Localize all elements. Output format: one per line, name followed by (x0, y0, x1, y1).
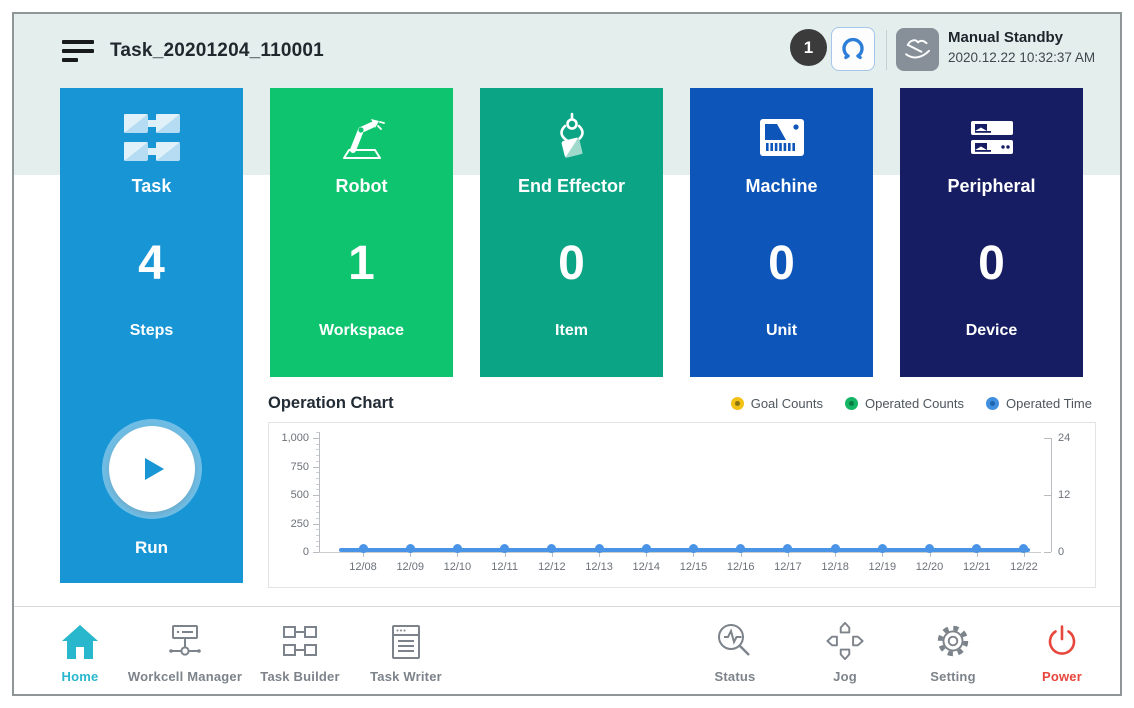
task-blocks-icon (60, 110, 243, 166)
card-machine[interactable]: Machine 0 Unit (690, 88, 873, 377)
card-title: End Effector (480, 176, 663, 197)
nav-label: Task Writer (336, 669, 476, 684)
hamburger-menu-icon[interactable] (62, 40, 94, 64)
top-bar: Task_20201204_110001 1 Manual Standby 20… (14, 14, 1120, 88)
gripper-icon (839, 35, 867, 63)
mode-label: Manual Standby (948, 29, 1095, 46)
operated-time-dot-icon (986, 397, 999, 410)
card-title: Machine (690, 176, 873, 197)
card-unit: Workspace (270, 322, 453, 340)
bottom-navbar: Home Workcell Manager Task (14, 606, 1120, 694)
page-title: Task_20201204_110001 (110, 40, 324, 62)
robot-arm-icon (270, 110, 453, 166)
card-unit: Unit (690, 322, 873, 340)
nav-task-writer[interactable]: Task Writer (336, 619, 476, 684)
card-title: Peripheral (900, 176, 1083, 197)
topbar-divider (886, 30, 887, 70)
nav-label: Power (992, 669, 1122, 684)
timestamp: 2020.12.22 10:32:37 AM (948, 50, 1095, 65)
card-unit: Item (480, 322, 663, 340)
run-label: Run (60, 538, 243, 558)
legend-label: Operated Counts (865, 396, 964, 411)
hand-icon (901, 33, 935, 67)
play-icon (134, 451, 170, 487)
operation-chart: 1,00075050025002412012/0812/0912/1012/11… (268, 422, 1096, 588)
gripper-box-icon (480, 110, 663, 166)
card-title: Robot (270, 176, 453, 197)
chart-title: Operation Chart (268, 394, 394, 413)
card-unit: Steps (60, 322, 243, 340)
legend-goal-counts: Goal Counts (731, 396, 823, 411)
peripheral-rack-icon (900, 110, 1083, 166)
notification-badge[interactable]: 1 (790, 29, 827, 66)
card-value: 0 (690, 236, 873, 291)
card-value: 4 (60, 236, 243, 291)
card-unit: Device (900, 322, 1083, 340)
run-button[interactable] (109, 426, 195, 512)
card-task[interactable]: Task 4 Steps Run (60, 88, 243, 583)
chart-legend: Goal Counts Operated Counts Operated Tim… (731, 396, 1092, 411)
goal-counts-dot-icon (731, 397, 744, 410)
app-frame: Task_20201204_110001 1 Manual Standby 20… (12, 12, 1122, 696)
card-peripheral[interactable]: Peripheral 0 Device (900, 88, 1083, 377)
gripper-tool-button[interactable] (831, 27, 875, 71)
mode-status: Manual Standby 2020.12.22 10:32:37 AM (948, 29, 1095, 65)
legend-label: Operated Time (1006, 396, 1092, 411)
card-title: Task (60, 176, 243, 197)
legend-operated-time: Operated Time (986, 396, 1092, 411)
operated-counts-dot-icon (845, 397, 858, 410)
power-icon (992, 619, 1122, 661)
nav-power[interactable]: Power (992, 619, 1122, 684)
chart-plot-area: 1,00075050025002412012/0812/0912/1012/11… (269, 423, 1095, 587)
card-value: 0 (480, 236, 663, 291)
card-value: 0 (900, 236, 1083, 291)
card-value: 1 (270, 236, 453, 291)
legend-label: Goal Counts (751, 396, 823, 411)
legend-operated-counts: Operated Counts (845, 396, 964, 411)
card-end-effector[interactable]: End Effector 0 Item (480, 88, 663, 377)
manual-mode-button[interactable] (896, 28, 939, 71)
machine-icon (690, 110, 873, 166)
task-writer-icon (336, 619, 476, 661)
card-robot[interactable]: Robot 1 Workspace (270, 88, 453, 377)
